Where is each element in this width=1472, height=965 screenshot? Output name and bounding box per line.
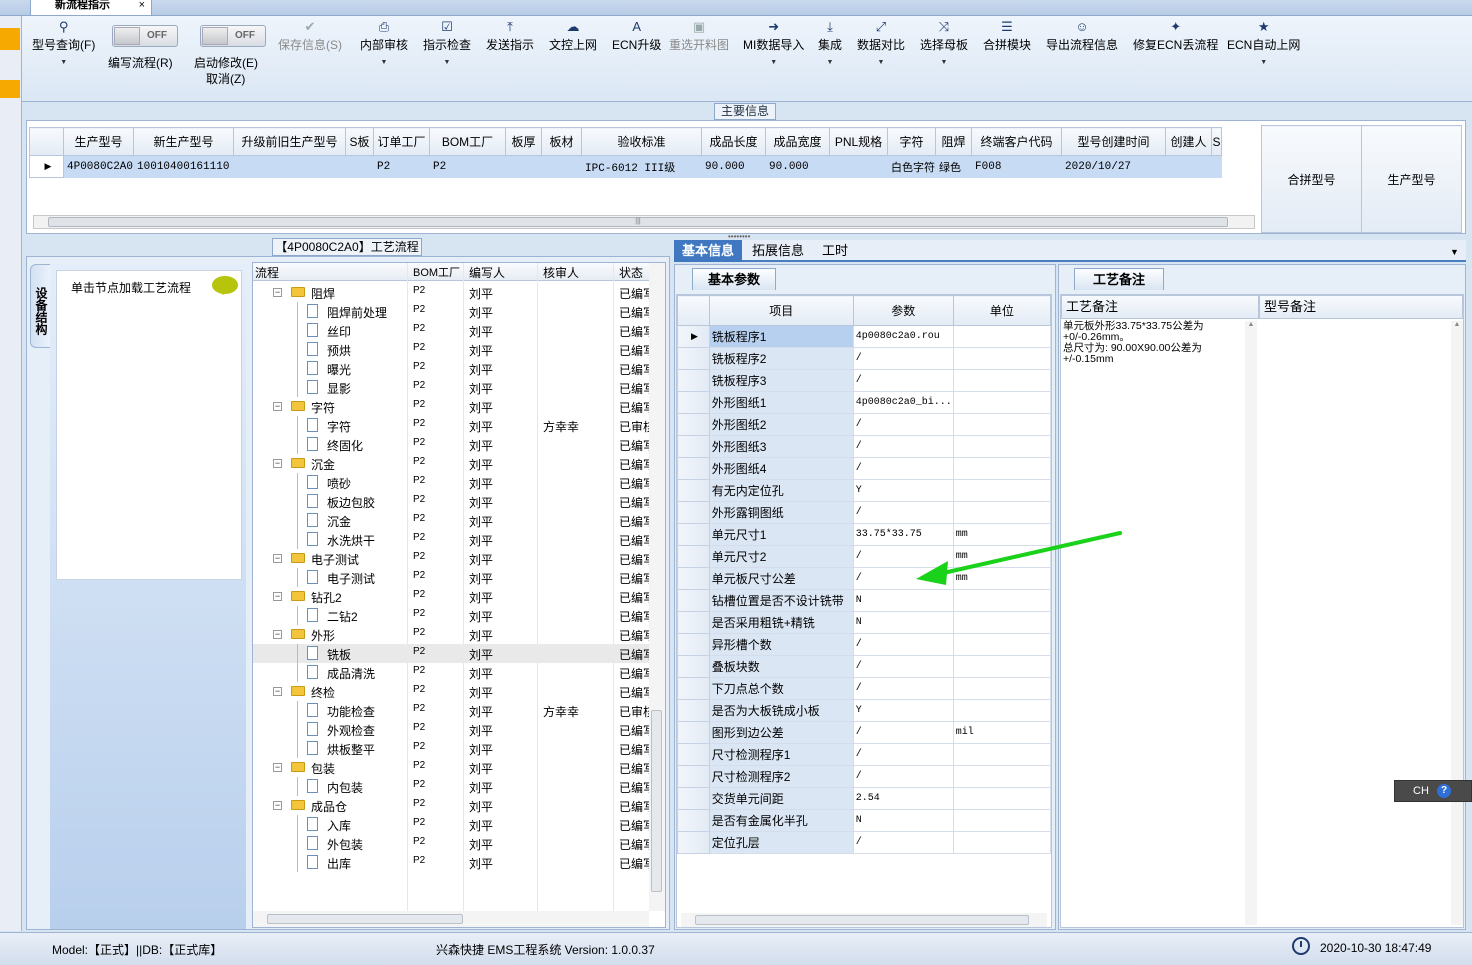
help-icon[interactable]: ? <box>1437 784 1451 798</box>
ime-indicator[interactable]: CH? <box>1394 780 1472 802</box>
annotation-arrow <box>916 531 1122 585</box>
status-bar: Model:【正式】||DB:【正式库】 兴森快捷 EMS工程系统 Versio… <box>0 932 1472 965</box>
clock-icon <box>1292 937 1310 955</box>
app-version: 兴森快捷 EMS工程系统 Version: 1.0.0.37 <box>436 943 655 957</box>
ime-language: CH <box>1413 785 1429 797</box>
status-datetime: 2020-10-30 18:47:49 <box>1320 941 1432 955</box>
model-db-status: Model:【正式】||DB:【正式库】 <box>52 943 223 957</box>
